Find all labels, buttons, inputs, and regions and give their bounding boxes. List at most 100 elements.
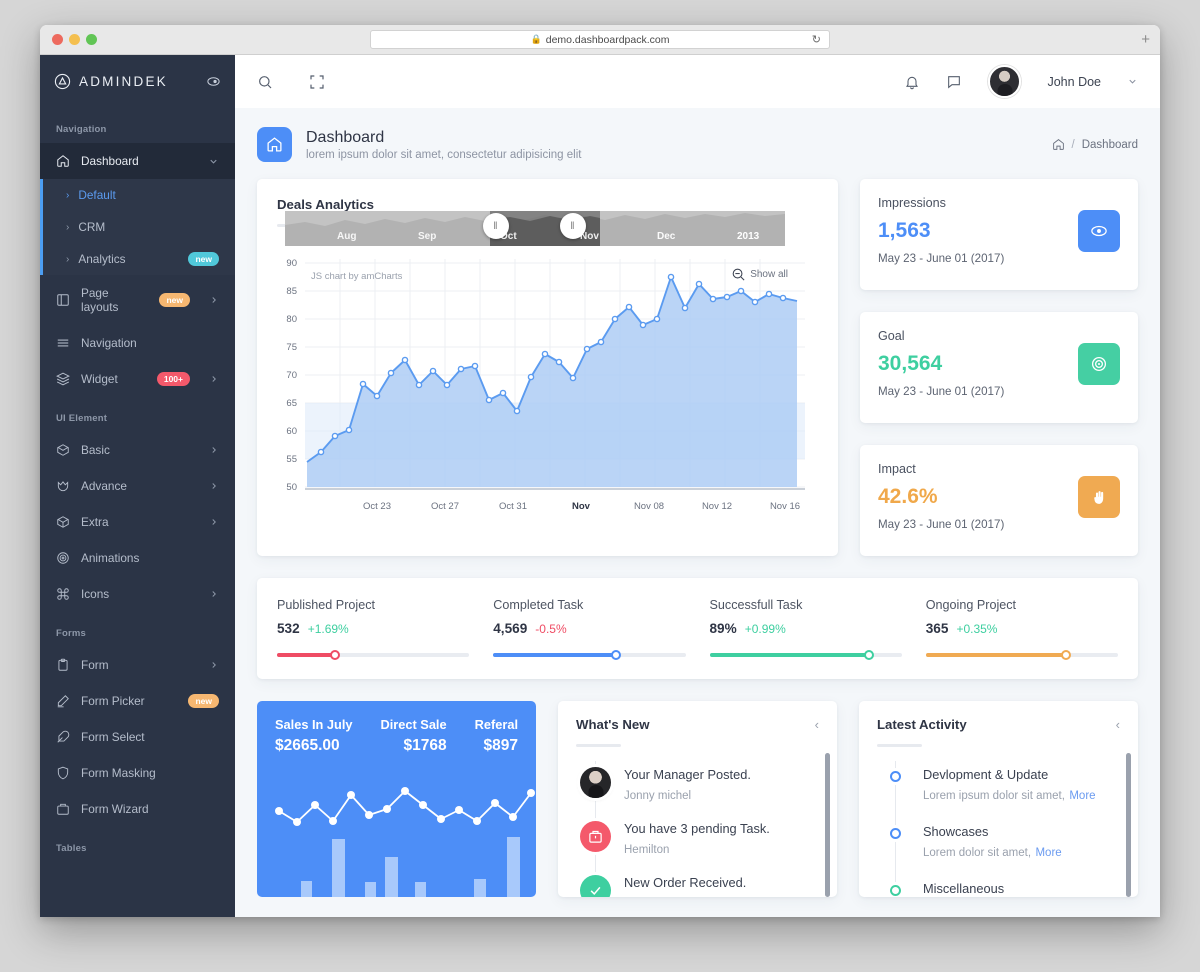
progress-track[interactable]	[277, 650, 470, 660]
sidebar-item-form-wizard[interactable]: Form Wizard	[40, 791, 235, 827]
progress-knob[interactable]	[611, 650, 622, 660]
chat-icon[interactable]	[946, 74, 962, 90]
kpi-range: May 23 - June 01 (2017)	[878, 252, 1005, 265]
address-bar[interactable]: 🔒 demo.dashboardpack.com ↻	[370, 30, 830, 49]
card-title: Deals Analytics	[277, 197, 374, 212]
minimize-window-button[interactable]	[69, 34, 80, 45]
bell-icon[interactable]	[904, 74, 920, 90]
sidebar-item-form-masking[interactable]: Form Masking	[40, 755, 235, 791]
svg-text:Oct 27: Oct 27	[431, 501, 459, 512]
sidebar-item-dashboard[interactable]: Dashboard	[40, 143, 235, 179]
kpi-label: Impressions	[878, 196, 946, 210]
status-badge: new	[188, 694, 219, 708]
progress-track[interactable]	[925, 650, 1118, 660]
main-area: John Doe Dashboard lorem ipsum dolor sit…	[235, 55, 1160, 917]
sidebar-subitem-analytics[interactable]: › Analytics new	[40, 243, 235, 275]
sidebar-item-widget[interactable]: Widget 100+	[40, 361, 235, 397]
list-item-title: Your Manager Posted.	[624, 767, 751, 782]
list-item-subtitle: Hemilton	[624, 844, 670, 856]
zoom-out-icon[interactable]	[731, 267, 746, 282]
close-window-button[interactable]	[52, 34, 63, 45]
amcharts-area-chart[interactable]: 90 85 80 75 70 65 60 55 50 Oct 23 Oct 27…	[277, 241, 813, 526]
brand[interactable]: ADMINDEK	[40, 55, 235, 108]
chevron-down-icon	[208, 156, 219, 167]
kpi-card-goal: Goal 30,564 May 23 - June 01 (2017)	[860, 312, 1138, 423]
stat-value: 89%	[709, 621, 737, 636]
sidebar-scroll[interactable]: Navigation Dashboard › Default › CRM › A…	[40, 108, 235, 917]
chevron-down-icon[interactable]	[1127, 76, 1138, 87]
home-icon[interactable]	[1052, 138, 1065, 151]
list-item[interactable]: New Order Received.	[580, 875, 819, 897]
timeline-dot-icon	[890, 771, 901, 782]
page-header: Dashboard lorem ipsum dolor sit amet, co…	[257, 108, 1138, 179]
sidebar-subitem-crm[interactable]: › CRM	[40, 211, 235, 243]
window-controls[interactable]	[52, 34, 97, 45]
stat-ongoing-project: Ongoing Project 365 +0.35%	[925, 598, 1118, 660]
list-item[interactable]: Miscellaneous	[881, 881, 1120, 897]
stat-successfull-task: Successfull Task 89% +0.99%	[709, 598, 926, 660]
scrollbar[interactable]	[1126, 753, 1131, 897]
reload-icon[interactable]: ↻	[812, 33, 821, 46]
latest-activity-list: Devlopment & Update Lorem ipsum dolor si…	[877, 761, 1120, 897]
breadcrumb-current[interactable]: Dashboard	[1082, 139, 1138, 151]
scrollbar[interactable]	[825, 753, 830, 897]
feather-icon	[56, 730, 70, 744]
progress-knob[interactable]	[1061, 650, 1072, 660]
sidebar-item-form-select[interactable]: Form Select	[40, 719, 235, 755]
avatar[interactable]	[988, 65, 1022, 98]
sidebar-subitem-label: CRM	[78, 220, 106, 234]
page-subtitle: lorem ipsum dolor sit amet, consectetur …	[306, 148, 582, 161]
list-item[interactable]: Devlopment & Update Lorem ipsum dolor si…	[881, 767, 1120, 804]
sidebar-section-ui-element: UI Element	[56, 413, 108, 424]
progress-track[interactable]	[709, 650, 902, 660]
show-all-button[interactable]: Show all	[731, 267, 788, 282]
chevron-right-icon: ›	[66, 221, 70, 233]
stat-label: Ongoing Project	[925, 598, 1017, 612]
sidebar-item-page-layouts[interactable]: Page layouts new	[40, 275, 235, 325]
user-name: John Doe	[1047, 74, 1101, 89]
progress-track[interactable]	[493, 650, 686, 660]
layout-icon	[56, 293, 70, 307]
more-link[interactable]: More	[1069, 790, 1095, 802]
fullscreen-icon[interactable]	[309, 74, 325, 90]
progress-knob[interactable]	[864, 650, 875, 660]
sidebar-item-icons[interactable]: Icons	[40, 576, 235, 612]
page-title: Dashboard	[306, 128, 385, 146]
list-item[interactable]: You have 3 pending Task. Hemilton	[580, 821, 819, 858]
sidebar-item-label: Form Picker	[81, 694, 145, 708]
stat-values: 365 +0.35%	[926, 621, 1118, 636]
sidebar-item-extra[interactable]: Extra	[40, 504, 235, 540]
sidebar-item-label: Extra	[81, 515, 109, 529]
progress-knob[interactable]	[329, 650, 340, 660]
kpi-label: Impact	[878, 462, 916, 476]
x-axis-ticks: Oct 23 Oct 27 Oct 31 Nov Nov 08 Nov 12 N…	[363, 501, 800, 512]
search-icon[interactable]	[257, 74, 273, 90]
deals-chart[interactable]: 90 85 80 75 70 65 60 55 50 Oct 23 Oct 27…	[277, 211, 818, 526]
chevron-left-icon[interactable]: ‹	[1116, 717, 1120, 732]
scrollbar-month-labels: Aug Sep Oct Nov Dec 2013	[285, 211, 785, 246]
sidebar-item-animations[interactable]: Animations	[40, 540, 235, 576]
more-link[interactable]: More	[1035, 847, 1061, 859]
breadcrumb: / Dashboard	[1052, 138, 1138, 151]
direct-sale-label: Direct Sale	[380, 717, 447, 732]
chart-period-scrollbar[interactable]: ‖ ‖ Aug Sep Oct Nov Dec 2013	[285, 211, 785, 246]
maximize-window-button[interactable]	[86, 34, 97, 45]
sidebar-item-basic[interactable]: Basic	[40, 432, 235, 468]
sidebar-item-navigation[interactable]: Navigation	[40, 325, 235, 361]
sidebar-item-form[interactable]: Form	[40, 647, 235, 683]
briefcase-icon	[56, 802, 70, 816]
list-item[interactable]: Showcases Lorem dolor sit amet, More	[881, 824, 1120, 861]
sidebar-item-form-picker[interactable]: Form Picker new	[40, 683, 235, 719]
scrollbar-label: Dec	[657, 231, 676, 242]
new-tab-button[interactable]: +	[1141, 32, 1150, 47]
svg-text:Oct 23: Oct 23	[363, 501, 391, 512]
list-item[interactable]: Your Manager Posted. Jonny michel	[580, 767, 819, 804]
sidebar-toggle-icon[interactable]	[206, 74, 221, 89]
sidebar-item-label: Dashboard	[81, 154, 139, 168]
sidebar-item-advance[interactable]: Advance	[40, 468, 235, 504]
svg-text:Nov 08: Nov 08	[634, 501, 664, 512]
analytics-row: Deals Analytics 90 85 80 75 70 65 60 55 …	[257, 179, 1138, 556]
chevron-left-icon[interactable]: ‹	[815, 717, 819, 732]
sidebar-subitem-default[interactable]: › Default	[40, 179, 235, 211]
sidebar-item-label: Widget	[81, 372, 118, 386]
